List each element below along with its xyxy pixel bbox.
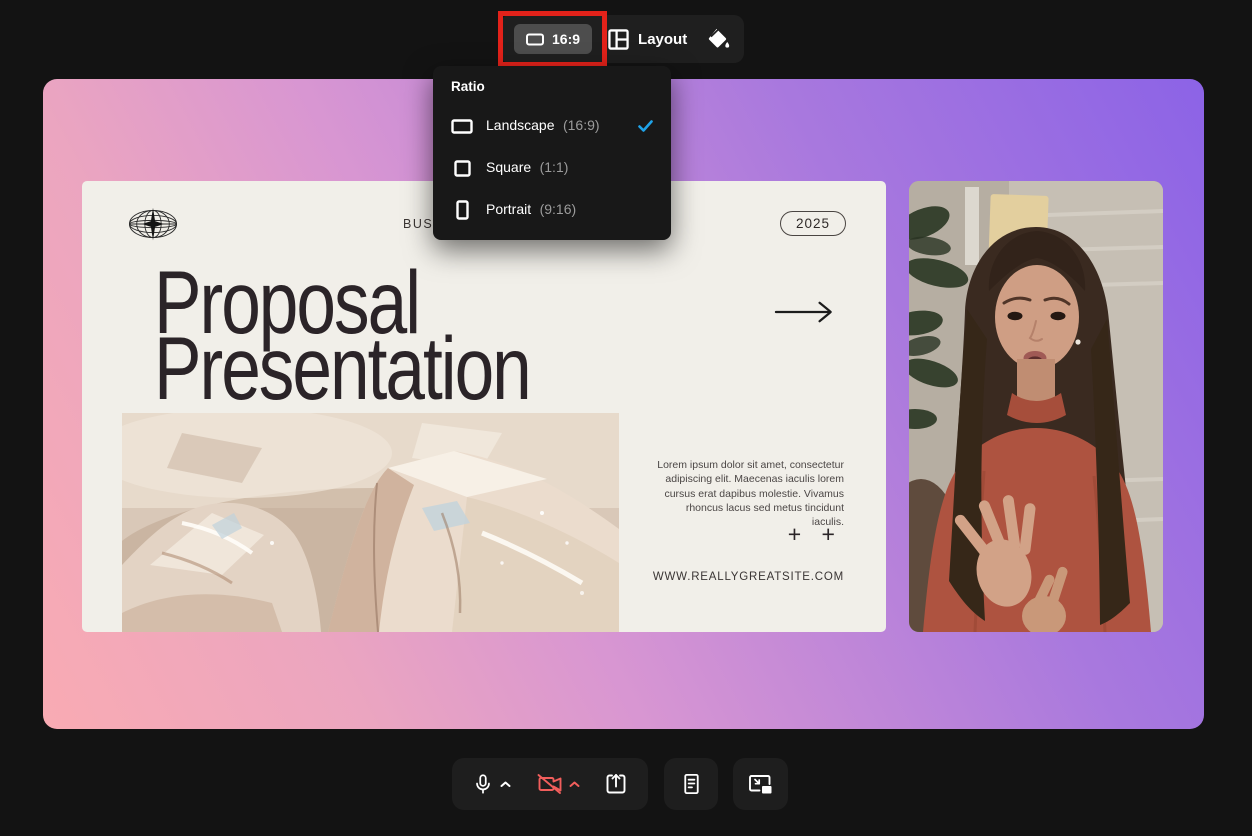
slide-header-label: BUS: [403, 217, 433, 231]
menu-item-square[interactable]: Square (1:1): [433, 149, 671, 187]
camera-off-icon: [536, 773, 563, 795]
ratio-menu-title: Ratio: [451, 79, 485, 94]
share-screen-icon: [604, 772, 628, 796]
menu-item-landscape[interactable]: Landscape (16:9): [433, 107, 671, 145]
share-screen-button[interactable]: [604, 772, 628, 796]
webcam-video-tile[interactable]: [909, 181, 1163, 632]
chevron-up-icon[interactable]: [569, 781, 580, 788]
check-icon: [638, 120, 653, 132]
ratio-button[interactable]: 16:9: [514, 24, 592, 54]
microphone-icon: [472, 772, 494, 796]
menu-item-portrait[interactable]: Portrait (9:16): [433, 191, 671, 229]
microphone-button[interactable]: [472, 772, 511, 796]
ratio-menu: Ratio Landscape (16:9): [433, 66, 671, 240]
menu-item-label: Square: [486, 159, 531, 175]
fill-color-button[interactable]: [705, 26, 731, 52]
right-arrow-icon: [774, 299, 836, 330]
menu-item-label: Portrait: [486, 201, 531, 217]
app-window: BUS 2025 Proposal Presentation: [0, 0, 1252, 836]
ice-photo: [122, 413, 619, 632]
top-toolbar: 16:9 Layout: [500, 15, 744, 63]
portrait-icon: [451, 200, 473, 220]
notes-button[interactable]: [664, 758, 718, 810]
slide-title-line2: Presentation: [154, 318, 530, 418]
picture-in-picture-button[interactable]: [733, 758, 788, 810]
landscape-rect-icon: [526, 33, 544, 46]
picture-in-picture-icon: [747, 773, 774, 796]
globe-wireframe-icon: [124, 204, 182, 249]
year-badge: 2025: [780, 211, 846, 236]
slide-title: Proposal Presentation: [154, 269, 530, 401]
menu-item-ratio: (1:1): [540, 159, 569, 175]
square-icon: [451, 160, 473, 177]
media-controls-group: [452, 758, 648, 810]
layout-grid-icon: [608, 29, 629, 50]
landscape-icon: [451, 119, 473, 134]
slide[interactable]: BUS 2025 Proposal Presentation: [82, 181, 886, 632]
notes-icon: [680, 772, 703, 796]
layout-button-label: Layout: [638, 31, 687, 48]
paint-bucket-icon: [705, 26, 731, 52]
chevron-up-icon[interactable]: [500, 781, 511, 788]
camera-button[interactable]: [536, 773, 580, 795]
ratio-button-label: 16:9: [552, 31, 580, 47]
website-label: WWW.REALLYGREATSITE.COM: [653, 571, 844, 583]
menu-item-ratio: (9:16): [540, 201, 577, 217]
layout-button[interactable]: Layout: [608, 29, 687, 50]
slide-body-text: Lorem ipsum dolor sit amet, consectetur …: [652, 458, 844, 529]
plus-marks: + +: [788, 521, 842, 548]
menu-item-label: Landscape: [486, 117, 555, 133]
menu-item-ratio: (16:9): [563, 117, 600, 133]
